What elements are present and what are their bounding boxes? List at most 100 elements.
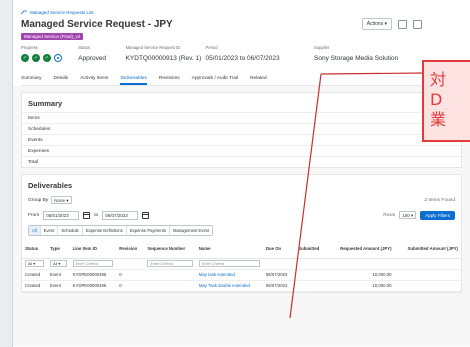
summary-row-label: Items (28, 116, 40, 121)
status-label: Status (78, 45, 91, 50)
line-item-filter[interactable]: Enter Criteria (72, 260, 114, 267)
segment-schedule[interactable]: Schedule (58, 226, 83, 235)
deliverables-card: Deliverables Group By None ▾ 2 Items Fou… (21, 174, 462, 293)
column-header-line-item-id[interactable]: Line Item ID (69, 240, 117, 259)
column-header-type[interactable]: Type (47, 240, 70, 259)
attribute-labels: Progress Status Managed Service Request … (21, 45, 462, 50)
segment-expense-payments[interactable]: Expense Payments (126, 226, 170, 235)
summary-row-events: Events (22, 134, 461, 145)
check-icon: ✓ (32, 54, 40, 62)
table-row[interactable]: Created Event KYDPE00000495 0 May task e… (22, 269, 461, 281)
segment-all[interactable]: All (29, 226, 41, 235)
tab-revisions[interactable]: Revisions (159, 76, 180, 85)
summary-row-label: Events (28, 138, 43, 143)
breadcrumb-link[interactable]: Managed Service Requests List (30, 10, 94, 15)
calendar-icon[interactable] (83, 211, 91, 219)
cell-due-on: 06/07/2023 (262, 269, 296, 281)
tab-details[interactable]: Details (54, 76, 69, 85)
annotation-callout: 対 D 業 (422, 60, 470, 142)
rows-select[interactable]: 100 ▾ (399, 211, 417, 219)
cell-submitted (295, 280, 328, 292)
deliverables-table: Status Type Line Item ID Revision Sequen… (22, 240, 461, 292)
group-by-select[interactable]: None ▾ (51, 196, 72, 204)
segment-expense-definitions[interactable]: Expense Definitions (82, 226, 127, 235)
column-header-status[interactable]: Status (22, 240, 48, 259)
segment-event[interactable]: Event (40, 226, 59, 235)
cell-name-link[interactable]: May task extended (195, 269, 263, 281)
cell-status: Created (22, 280, 48, 292)
summary-title: Summary (28, 99, 63, 108)
status-badge: Managed Service (Final)_v2 (21, 33, 84, 40)
column-header-name[interactable]: Name (195, 240, 263, 259)
back-link-icon (21, 10, 27, 14)
column-header-due-on[interactable]: Due On (262, 240, 296, 259)
cell-revision: 0 (116, 269, 145, 281)
calendar-icon[interactable] (142, 211, 150, 219)
column-header-submitted[interactable]: Submitted (295, 240, 328, 259)
group-by-value: None (54, 198, 66, 203)
deliverables-title: Deliverables (28, 181, 73, 190)
period-value: 05/01/2023 to 06/07/2023 (205, 54, 280, 62)
tab-deliverables[interactable]: Deliverables (120, 76, 147, 85)
tab-related[interactable]: Related (250, 76, 267, 85)
actions-button[interactable]: Actions ▾ (361, 18, 392, 30)
cell-sequence (144, 269, 196, 281)
name-filter[interactable]: Enter Criteria (198, 260, 260, 267)
type-filter[interactable]: All ▾ (50, 260, 67, 267)
cell-status: Created (22, 269, 48, 281)
cell-requested: 10,000.00 (327, 269, 395, 281)
callout-line-1: 対 (430, 70, 447, 89)
progress-label: Progress (21, 45, 38, 50)
summary-row-label: Expenses (28, 149, 50, 154)
breadcrumb[interactable]: Managed Service Requests List (21, 8, 462, 16)
current-step-icon (54, 54, 62, 62)
check-icon: ✓ (21, 54, 29, 62)
attribute-values: ✓ ✓ ✓ Approved KYDTQ00000913 (Rev. 1) 05… (21, 52, 462, 64)
cell-type: Event (47, 280, 70, 292)
tab-activity-items[interactable]: Activity Items (80, 76, 108, 85)
date-filter-row: From 05/01/2023 to 06/07/2023 Rows 100 ▾… (22, 209, 461, 221)
summary-card: Summary ItemsG Schedules Events Expenses… (21, 92, 462, 168)
sequence-filter[interactable]: Enter Criteria (147, 260, 193, 267)
cell-name-link[interactable]: May Task double extended (195, 280, 263, 292)
status-filter[interactable]: All ▾ (25, 260, 45, 267)
from-label: From (28, 212, 40, 218)
settings-icon[interactable] (413, 19, 422, 29)
summary-row-expenses: Expenses (22, 145, 461, 156)
actions-label: Actions (366, 21, 384, 27)
app-frame: Managed Service Requests List Managed Se… (12, 0, 470, 347)
group-by-label: Group By (28, 197, 49, 203)
summary-row-label: Total (28, 160, 39, 165)
request-id-label: Managed Service Request ID (125, 45, 181, 50)
cell-submitted (295, 269, 328, 281)
column-header-sequence[interactable]: Sequence Number (144, 240, 196, 259)
page-title: Managed Service Request - JPY (21, 18, 173, 30)
cell-revision: 0 (116, 280, 145, 292)
type-segmented-control: All Event Schedule Expense Definitions E… (28, 225, 214, 236)
tab-approvals[interactable]: Approvals / Audit Trail (192, 76, 238, 85)
table-header-row: Status Type Line Item ID Revision Sequen… (22, 240, 461, 259)
callout-line-2: D (430, 90, 443, 109)
callout-line-3: 業 (430, 110, 447, 129)
object-header: Managed Service Requests List Managed Se… (13, 0, 470, 86)
cell-submitted-amount (394, 280, 461, 292)
export-icon[interactable] (398, 19, 407, 29)
summary-row-label: Schedules (28, 127, 51, 132)
column-header-submitted-amount[interactable]: Submitted Amount (JPY) (394, 240, 461, 259)
cell-line-item: KYDPE00000495 (69, 269, 117, 281)
supplier-label: Supplier (314, 45, 330, 50)
cell-line-item: KYDPE00000496 (69, 280, 117, 292)
from-date-input[interactable]: 05/01/2023 (43, 210, 80, 220)
tab-summary[interactable]: Summary (21, 76, 42, 85)
segment-management-event[interactable]: Management Event (169, 226, 213, 235)
to-date-input[interactable]: 06/07/2023 (102, 210, 139, 220)
status-value: Approved (78, 54, 107, 62)
group-by-row: Group By None ▾ 2 Items Found (22, 194, 461, 206)
apply-filters-button[interactable]: Apply Filters (420, 210, 455, 220)
cell-type: Event (47, 269, 70, 281)
column-header-requested-amount[interactable]: Requested Amount (JPY) (327, 240, 395, 259)
tab-bar: Summary Details Activity Items Deliverab… (21, 72, 462, 86)
table-row[interactable]: Created Event KYDPE00000496 0 May Task d… (22, 280, 461, 292)
rows-value: 100 (402, 213, 410, 218)
column-header-revision[interactable]: Revision (116, 240, 145, 259)
